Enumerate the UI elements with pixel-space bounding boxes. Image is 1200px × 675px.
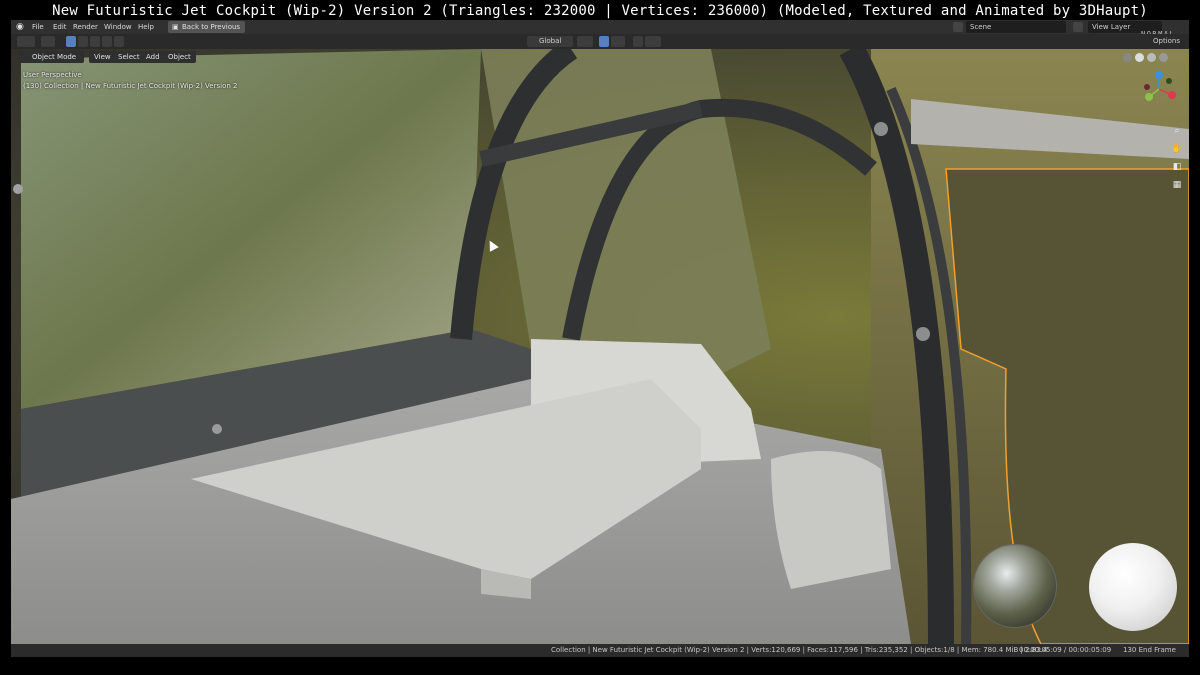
view-collection-info: (130) Collection | New Futuristic Jet Co… <box>23 82 238 90</box>
camera-icon[interactable]: ◧ <box>1171 161 1183 173</box>
solid-shading-icon[interactable] <box>1135 53 1144 62</box>
material-preview-sphere <box>1089 543 1177 631</box>
playback-time: 00:00:05:09 / 00:00:05:09 <box>1019 646 1112 654</box>
tool-header: Global Options <box>11 34 1189 49</box>
status-bar: Collection | New Futuristic Jet Cockpit … <box>11 644 1189 657</box>
blender-window: ◉ File Edit Render Window Help ▣ Back to… <box>11 20 1189 657</box>
menu-file[interactable]: File <box>32 20 44 34</box>
select-mode-intersect-icon[interactable] <box>114 36 124 47</box>
blender-logo-icon[interactable]: ◉ <box>16 22 26 32</box>
proportional-edit-icon[interactable] <box>633 36 643 47</box>
menu-edit[interactable]: Edit <box>53 20 67 34</box>
select-mode-new-icon[interactable] <box>66 36 76 47</box>
rivet <box>874 122 888 136</box>
object-mode-dropdown[interactable]: Object Mode <box>18 51 84 63</box>
rivet <box>916 327 930 341</box>
pilot-seat <box>771 451 891 589</box>
wireframe-shading-icon[interactable] <box>1123 53 1132 62</box>
video-title: New Futuristic Jet Cockpit (Wip-2) Versi… <box>52 3 1148 19</box>
select-mode-extend-icon[interactable] <box>78 36 88 47</box>
rivet <box>13 184 23 194</box>
options-dropdown[interactable]: Options <box>1153 34 1180 49</box>
viewport-menu-add[interactable]: Add <box>141 51 165 63</box>
menu-render[interactable]: Render <box>73 20 98 34</box>
gizmo-x-axis[interactable] <box>1168 91 1176 99</box>
falloff-icon[interactable] <box>645 36 661 47</box>
navigation-gizmo[interactable] <box>1139 69 1179 109</box>
rivet <box>212 424 222 434</box>
back-to-previous-label: Back to Previous <box>182 23 241 31</box>
back-to-previous-button[interactable]: ▣ Back to Previous <box>168 21 246 33</box>
select-mode-subtract-icon[interactable] <box>90 36 100 47</box>
pan-hand-icon[interactable]: ✋ <box>1171 143 1183 155</box>
zoom-icon[interactable]: ⌕ <box>1171 125 1183 137</box>
editor-type-icon[interactable] <box>17 36 35 47</box>
3d-viewport[interactable]: Object Mode View Select Add Object User … <box>11 49 1189 644</box>
gizmo-y-axis[interactable] <box>1145 93 1153 101</box>
viewport-menu-view[interactable]: View <box>89 51 116 63</box>
screen-icon: ▣ <box>172 23 179 31</box>
snap-target-icon[interactable] <box>611 36 625 47</box>
scene-statistics: Collection | New Futuristic Jet Cockpit … <box>551 646 1048 654</box>
scene-icon[interactable] <box>953 22 963 32</box>
transform-orientation-dropdown[interactable]: Global <box>527 36 573 47</box>
rendered-shading-icon[interactable] <box>1159 53 1168 62</box>
viewport-header: Object Mode View Select Add Object <box>11 51 1189 64</box>
view-name: User Perspective <box>23 71 82 79</box>
viewport-menu-object[interactable]: Object <box>163 51 196 63</box>
menu-window[interactable]: Window <box>104 20 132 34</box>
grid-icon[interactable]: ▦ <box>1171 179 1183 191</box>
select-tool-icon[interactable] <box>41 36 55 47</box>
snap-toggle-icon[interactable] <box>599 36 609 47</box>
menu-help[interactable]: Help <box>138 20 154 34</box>
view-layer-icon[interactable] <box>1073 22 1083 32</box>
material-shading-icon[interactable] <box>1147 53 1156 62</box>
viewport-menu-select[interactable]: Select <box>113 51 145 63</box>
pivot-point-icon[interactable] <box>577 36 593 47</box>
gizmo-z-axis[interactable] <box>1155 71 1163 79</box>
top-menubar: ◉ File Edit Render Window Help ▣ Back to… <box>11 20 1189 38</box>
select-mode-invert-icon[interactable] <box>102 36 112 47</box>
scene-selector[interactable]: Scene <box>966 21 1066 33</box>
hdri-preview-sphere <box>973 544 1057 628</box>
end-frame: 130 End Frame <box>1123 646 1176 654</box>
